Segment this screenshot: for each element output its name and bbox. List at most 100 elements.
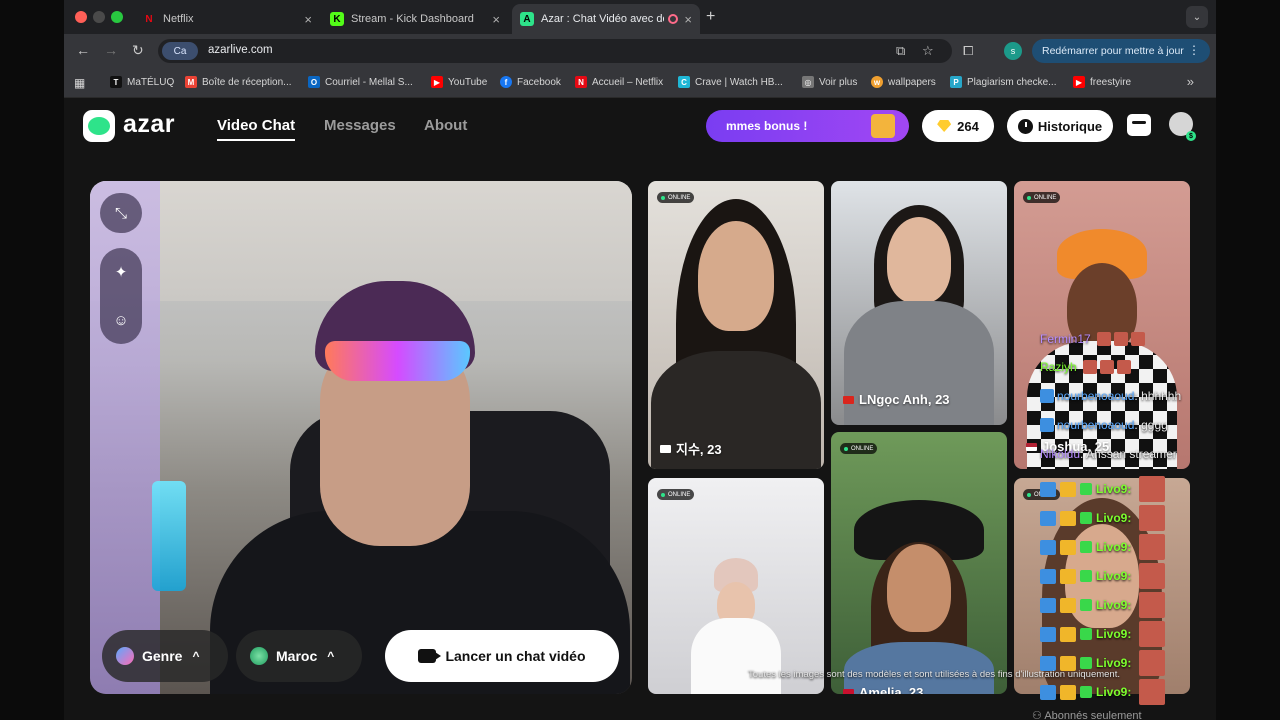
- bookmark-star-icon[interactable]: ☆: [922, 43, 934, 59]
- gender-filter-button[interactable]: Genre ^: [102, 630, 228, 682]
- url-text[interactable]: azarlive.com: [208, 44, 273, 56]
- site-info-chip[interactable]: Ca: [162, 42, 198, 60]
- bookmark-item[interactable]: O Courriel - Mellal S...: [308, 76, 413, 88]
- bonus-text: mmes bonus !: [726, 119, 808, 133]
- profile-avatar[interactable]: s: [1004, 42, 1022, 60]
- emote-icon: [1139, 592, 1166, 618]
- images-disclaimer: Toutes les images sont des modèles et so…: [748, 669, 1120, 680]
- azar-logo-text[interactable]: azar: [123, 110, 175, 139]
- vietnam-flag-icon: [843, 395, 854, 404]
- bookmark-item[interactable]: ▶ freestyire: [1073, 76, 1131, 88]
- chat-message: : Ahssan streamer: [1080, 447, 1177, 461]
- maximize-window-button[interactable]: [111, 11, 123, 23]
- bookmark-item[interactable]: f Facebook: [500, 76, 561, 88]
- bookmark-item[interactable]: T MaTÉLUQ: [110, 76, 174, 88]
- close-tab-icon[interactable]: ×: [492, 12, 500, 27]
- stream-chat-line: Livo9:: [1040, 592, 1166, 618]
- emote-icon: [1130, 332, 1145, 346]
- person-glasses: [325, 341, 470, 381]
- chat-username: nourbenoaoud: [1057, 389, 1135, 403]
- address-bar[interactable]: Ca azarlive.com ⧉ ☆: [158, 39, 952, 63]
- reload-icon[interactable]: ↻: [132, 42, 144, 59]
- badge-icon: [1080, 657, 1092, 669]
- rgb-light: [152, 481, 186, 591]
- start-video-chat-button[interactable]: Lancer un chat vidéo: [385, 630, 619, 682]
- bookmark-favicon-icon: f: [500, 76, 512, 88]
- apps-grid-icon[interactable]: ▦: [74, 76, 85, 90]
- bookmark-favicon-icon: P: [950, 76, 962, 88]
- bookmark-label: Facebook: [517, 76, 561, 88]
- nav-about[interactable]: About: [424, 117, 467, 134]
- badge-icon: [1060, 626, 1076, 642]
- bonus-banner[interactable]: mmes bonus !: [706, 110, 909, 142]
- bookmark-favicon-icon: ◎: [802, 76, 814, 88]
- tab-search-button[interactable]: ⌄: [1186, 6, 1208, 28]
- tab-azar[interactable]: A Azar : Chat Vidéo avec de ×: [512, 4, 700, 34]
- close-tab-icon[interactable]: ×: [684, 12, 692, 27]
- globe-icon: [250, 647, 268, 665]
- nav-messages[interactable]: Messages: [324, 117, 396, 134]
- screen: N Netflix × K Stream - Kick Dashboard × …: [0, 0, 1280, 720]
- badge-icon: [1060, 539, 1076, 555]
- azar-logo-icon[interactable]: [83, 110, 115, 142]
- profile-card[interactable]: ONLINE: [648, 478, 824, 694]
- extensions-icon[interactable]: ⧠: [963, 43, 973, 59]
- collapse-button[interactable]: ⤡: [100, 193, 142, 233]
- tab-netflix[interactable]: N Netflix ×: [134, 4, 320, 34]
- bookmark-item[interactable]: C Crave | Watch HB...: [678, 76, 783, 88]
- card-name: LNgọc Anh, 23: [843, 392, 950, 407]
- gems-counter[interactable]: 264: [922, 110, 994, 142]
- bookmark-item[interactable]: N Accueil – Netflix: [575, 76, 663, 88]
- chat-message: : hhhhhh: [1134, 389, 1182, 403]
- forward-icon[interactable]: →: [104, 42, 118, 58]
- history-button[interactable]: Historique: [1007, 110, 1113, 142]
- bookmark-label: Crave | Watch HB...: [695, 76, 783, 88]
- netflix-icon: N: [145, 13, 153, 25]
- profile-card[interactable]: LNgọc Anh, 23: [831, 181, 1007, 425]
- cast-icon[interactable]: ⧉: [896, 43, 905, 59]
- clock-icon: [1017, 118, 1033, 134]
- bookmark-label: Voir plus: [819, 76, 858, 88]
- recording-icon: [668, 14, 679, 24]
- card-name: 지수, 23: [660, 439, 722, 458]
- minimize-window-button[interactable]: [93, 11, 105, 23]
- back-icon[interactable]: ←: [76, 42, 90, 58]
- stream-chat-line: Raziyh: [1040, 360, 1134, 374]
- chat-username: Livo9:: [1096, 627, 1132, 641]
- badge-icon: [1040, 418, 1054, 432]
- close-window-button[interactable]: [75, 11, 87, 23]
- more-menu-icon[interactable]: ⋮: [1188, 43, 1200, 57]
- shop-icon[interactable]: [1127, 114, 1151, 136]
- chat-username: Livo9:: [1096, 482, 1132, 496]
- portrait-face: [887, 544, 951, 632]
- stream-chat-line: Fermin17: [1040, 332, 1148, 346]
- bookmark-item[interactable]: P Plagiarism checke...: [950, 76, 1056, 88]
- emote-icon: [1139, 505, 1166, 531]
- more-bookmarks-icon[interactable]: »: [1187, 74, 1194, 89]
- close-tab-icon[interactable]: ×: [304, 12, 312, 27]
- room-ceiling: [90, 181, 632, 301]
- online-badge: ONLINE: [840, 443, 878, 454]
- bookmark-item[interactable]: ▶ YouTube: [431, 76, 487, 88]
- bookmark-item[interactable]: w wallpapers: [871, 76, 936, 88]
- emote-icon: [1099, 360, 1114, 374]
- chat-username: Nikoldu: [1040, 447, 1081, 461]
- card-name-text: Amelia, 23: [859, 685, 924, 694]
- emote-icon: [1139, 563, 1166, 589]
- badge-icon: [1040, 626, 1056, 642]
- profile-card[interactable]: ONLINE 지수, 23: [648, 181, 824, 469]
- tab-kick[interactable]: K Stream - Kick Dashboard ×: [322, 4, 508, 34]
- bookmark-item[interactable]: ◎ Voir plus: [802, 76, 857, 88]
- bookmark-item[interactable]: M Boîte de réception...: [185, 76, 292, 88]
- sticker-icon[interactable]: ☺: [113, 312, 128, 329]
- stream-chat-line: Livo9:: [1040, 563, 1166, 589]
- new-tab-button[interactable]: +: [706, 8, 715, 26]
- bookmark-favicon-icon: T: [110, 76, 122, 88]
- tab-title: Stream - Kick Dashboard: [351, 13, 474, 25]
- magic-wand-icon[interactable]: ✦: [115, 263, 128, 281]
- country-filter-button[interactable]: Maroc ^: [236, 630, 362, 682]
- profile-card[interactable]: ONLINE Amelia, 23: [831, 432, 1007, 694]
- start-video-chat-label: Lancer un chat vidéo: [445, 648, 586, 664]
- restart-to-update-button[interactable]: Redémarrer pour mettre à jour ⋮: [1032, 39, 1210, 63]
- nav-video-chat[interactable]: Video Chat: [217, 117, 296, 141]
